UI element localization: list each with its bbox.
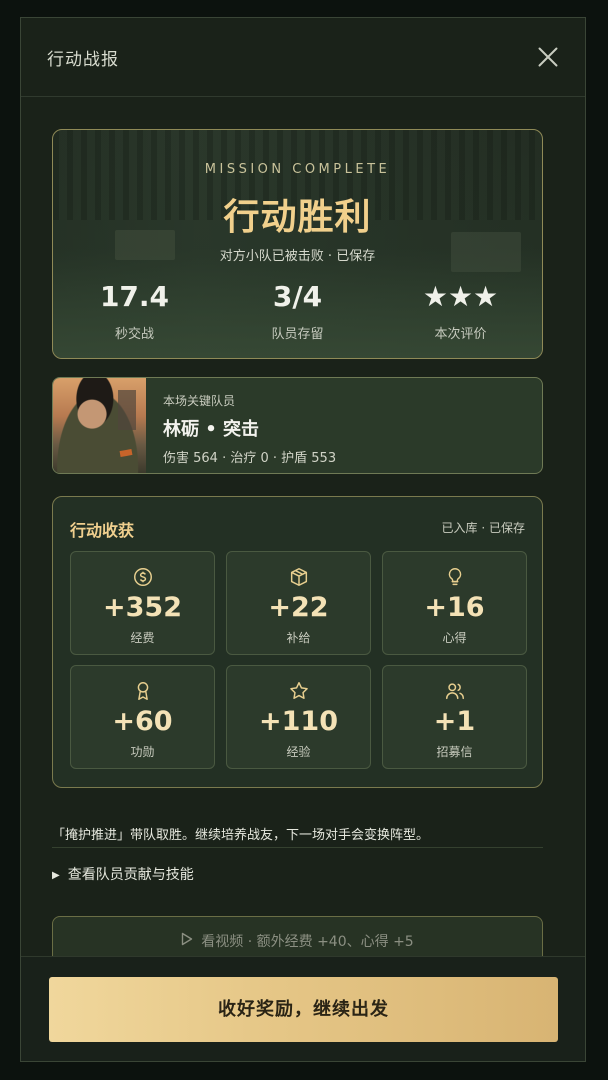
coin-icon (133, 568, 152, 586)
video-label: 看视频 · 额外经费 +40、心得 +5 (201, 934, 414, 950)
reward-funds: +352 经费 (70, 551, 215, 655)
collect-continue-button[interactable]: 收好奖励，继续出发 (49, 977, 558, 1042)
stat-duration: 17.4 秒交战 (53, 280, 216, 342)
key-player-stats: 伤害 564 · 治疗 0 · 护盾 553 (163, 451, 337, 466)
page-title: 行动战报 (47, 49, 119, 70)
stat-label: 队员存留 (271, 327, 324, 342)
box-icon (290, 568, 307, 586)
reward-experience: +110 经验 (226, 665, 371, 769)
reward-value: +1 (433, 706, 476, 737)
reward-supplies: +22 补给 (226, 551, 371, 655)
reward-label: 经验 (286, 745, 311, 759)
stat-value: 17.4 (99, 280, 170, 313)
reward-label: 心得 (442, 631, 467, 645)
reward-value: +16 (424, 592, 485, 623)
reward-label: 功勋 (130, 745, 155, 759)
stat-value: 3/4 (272, 280, 323, 313)
reward-label: 补给 (286, 631, 311, 645)
users-icon (445, 683, 464, 700)
star-icon: ★ (473, 280, 499, 313)
rewards-card: 行动收获 已入库 · 已保存 +352 经费 +22 补给 +16 心得 +60 (52, 496, 543, 788)
avatar (53, 378, 146, 473)
reward-value: +60 (112, 706, 173, 737)
rewards-grid: +352 经费 +22 补给 +16 心得 +60 功勋 +110 经验 +1 … (70, 551, 527, 769)
stat-label: 秒交战 (114, 327, 154, 342)
expander-label: 查看队员贡献与技能 (67, 867, 194, 883)
result-title: 行动胜利 (223, 197, 372, 238)
reward-merit: +60 功勋 (70, 665, 215, 769)
stat-survivors: 3/4 队员存留 (216, 280, 379, 342)
header: 行动战报 (21, 18, 585, 97)
reward-label: 经费 (130, 631, 155, 645)
reward-value: +22 (268, 592, 329, 623)
reward-insight: +16 心得 (382, 551, 527, 655)
result-note: 「掩护推进」带队取胜。继续培养战友，下一场对手会变换阵型。 (52, 828, 430, 843)
reward-value: +110 (259, 706, 338, 737)
rewards-status: 已入库 · 已保存 (441, 521, 525, 535)
lightbulb-icon (448, 568, 461, 586)
triangle-right-icon: ▶ (52, 870, 60, 881)
contribution-expander[interactable]: ▶ 查看队员贡献与技能 (52, 864, 194, 884)
mission-tagline: MISSION COMPLETE (204, 162, 391, 177)
star-icon: ★ (447, 280, 474, 313)
medal-icon (137, 682, 148, 700)
star-icon: ★ (422, 280, 448, 313)
result-subtitle: 对方小队已被击败 · 已保存 (219, 249, 376, 264)
rating-stars: ★★★ (379, 280, 542, 314)
reward-recruit-letter: +1 招募信 (382, 665, 527, 769)
battle-stats: 17.4 秒交战 3/4 队员存留 ★★★ 本次评价 (53, 280, 542, 342)
reward-label: 招募信 (436, 745, 473, 759)
reward-value: +352 (103, 592, 182, 623)
stat-rating: ★★★ 本次评价 (379, 280, 542, 342)
key-player-name: 林砺 • 突击 (163, 419, 260, 440)
battle-report-panel: 行动战报 MISSION COMPLETE 行动胜利 对方小队已被击败 · 已保… (20, 17, 586, 1062)
key-player-caption: 本场关键队员 (163, 394, 236, 408)
rewards-title: 行动收获 (70, 521, 135, 540)
footer: 收好奖励，继续出发 (21, 956, 585, 1061)
divider (52, 847, 543, 848)
star-icon (289, 682, 308, 699)
stat-label: 本次评价 (434, 327, 487, 342)
mission-result-card: MISSION COMPLETE 行动胜利 对方小队已被击败 · 已保存 17.… (52, 129, 543, 359)
close-icon[interactable] (537, 46, 559, 68)
key-player-card[interactable]: 本场关键队员 林砺 • 突击 伤害 564 · 治疗 0 · 护盾 553 (52, 377, 543, 474)
